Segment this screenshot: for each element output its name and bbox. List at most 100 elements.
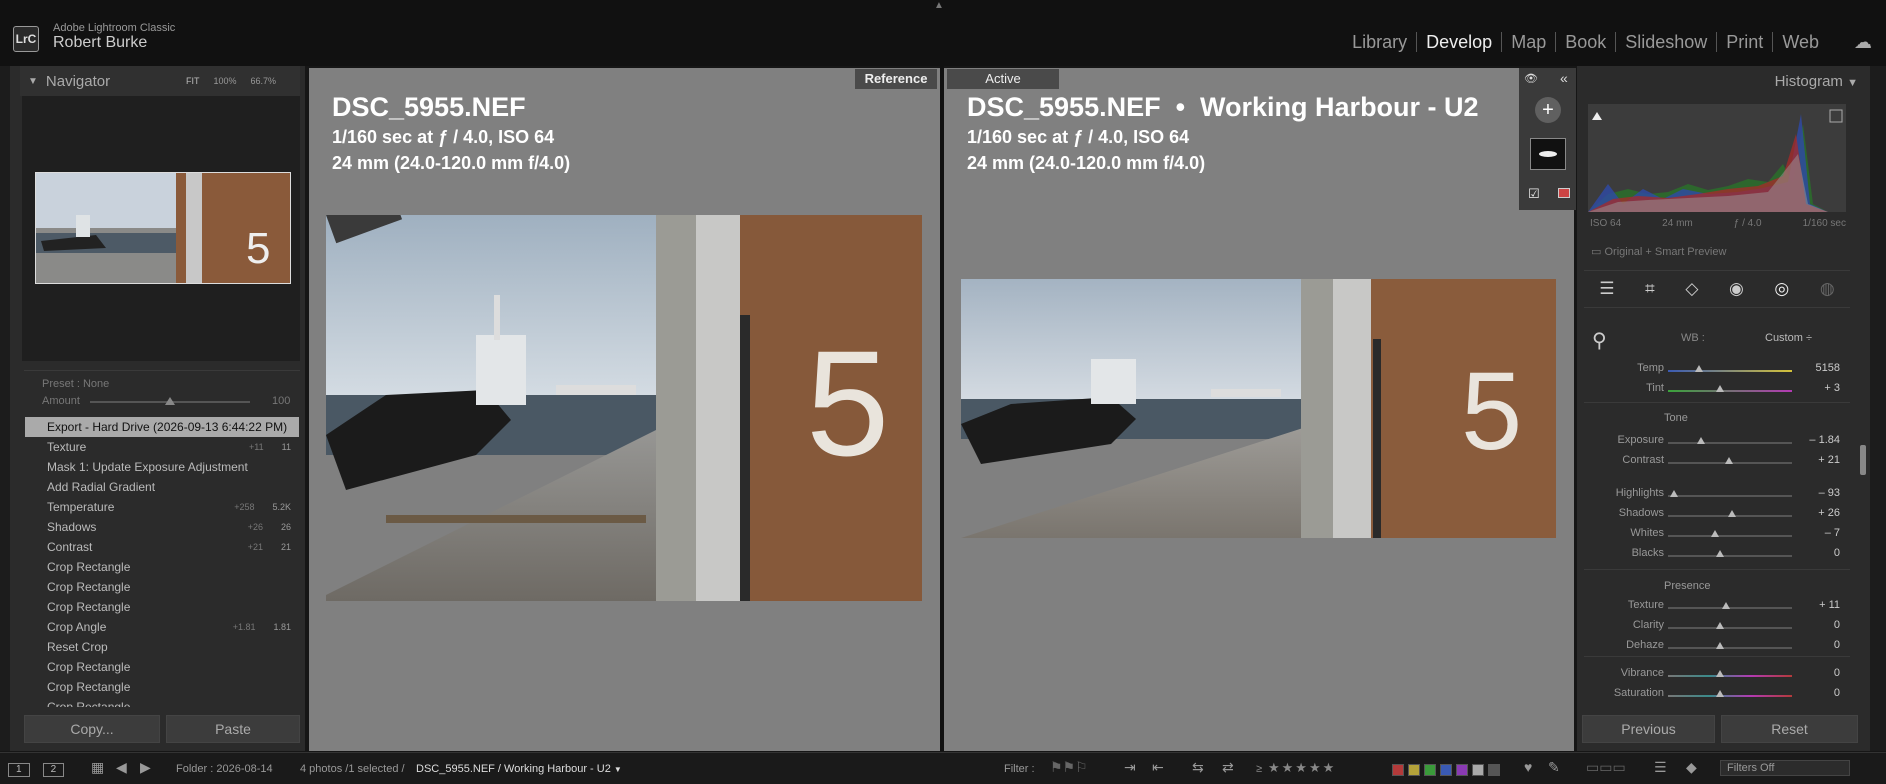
slider-knob[interactable]	[1716, 642, 1725, 649]
slider-knob[interactable]	[1722, 602, 1731, 609]
eye-icon[interactable]: 👁	[1524, 72, 1538, 85]
filters-select[interactable]: Filters Off	[1720, 760, 1850, 776]
active-photo[interactable]: 5	[961, 279, 1556, 538]
cloud-sync-icon[interactable]: ☁	[1854, 32, 1872, 53]
color-label-filter[interactable]	[1440, 764, 1452, 776]
collapse-double-chevron-icon[interactable]: «	[1560, 70, 1568, 86]
histogram-header[interactable]: Histogram ▼	[1582, 66, 1862, 98]
history-item[interactable]: Crop Rectangle	[25, 697, 299, 707]
red-eye-icon[interactable]: ◉	[1729, 279, 1744, 299]
module-library[interactable]: Library	[1343, 32, 1418, 52]
module-slideshow[interactable]: Slideshow	[1616, 32, 1718, 52]
slider-knob[interactable]	[1724, 457, 1733, 464]
history-item[interactable]: Shadows +26 26	[25, 517, 299, 537]
color-label-filter[interactable]	[1456, 764, 1468, 776]
mask-overlay-color-icon[interactable]	[1558, 188, 1570, 198]
slider-knob[interactable]	[1716, 622, 1725, 629]
zoom-custom[interactable]: 66.7%	[251, 76, 277, 86]
comment-icon[interactable]: ✎	[1548, 759, 1560, 776]
back-arrow-icon[interactable]: ◀	[116, 759, 127, 776]
history-item[interactable]: Temperature +258 5.2K	[25, 497, 299, 517]
rating-operator[interactable]: ≥	[1256, 763, 1262, 775]
view-mode-icons[interactable]: ▭▭▭	[1586, 759, 1626, 776]
color-label-filter[interactable]	[1472, 764, 1484, 776]
healing-icon[interactable]: ◇	[1685, 279, 1698, 299]
history-item[interactable]: Reset Crop	[25, 637, 299, 657]
history-item[interactable]: Crop Angle +1.81 1.81	[25, 617, 299, 637]
slider-track[interactable]	[1668, 390, 1792, 392]
copy-button[interactable]: Copy...	[24, 715, 160, 743]
zoom-100[interactable]: 100%	[214, 76, 237, 86]
slider-value[interactable]: + 21	[1818, 454, 1840, 466]
swap-settings-icon[interactable]: ⇄	[1222, 759, 1234, 776]
checkbox-icon[interactable]: ☑	[1528, 186, 1540, 202]
slider-knob[interactable]	[1670, 490, 1679, 497]
slider-value[interactable]: 0	[1834, 619, 1840, 631]
slider-value[interactable]: 0	[1834, 687, 1840, 699]
history-item[interactable]: Export - Hard Drive (2026-09-13 6:44:22 …	[25, 417, 299, 437]
slider-track[interactable]	[1668, 675, 1792, 677]
rating-stars[interactable]: ★★★★★	[1268, 760, 1336, 776]
slider-knob[interactable]	[1716, 670, 1725, 677]
history-item[interactable]: Mask 1: Update Exposure Adjustment	[25, 457, 299, 477]
history-item[interactable]: Contrast +21 21	[25, 537, 299, 557]
history-item[interactable]: Crop Rectangle	[25, 577, 299, 597]
history-item[interactable]: Crop Rectangle	[25, 557, 299, 577]
forward-arrow-icon[interactable]: ▶	[140, 759, 151, 776]
slider-track[interactable]	[1668, 535, 1792, 537]
color-label-filter[interactable]	[1392, 764, 1404, 776]
slider-value[interactable]: 0	[1834, 667, 1840, 679]
crop-icon[interactable]: ⌗	[1645, 279, 1655, 299]
slider-knob[interactable]	[1716, 385, 1725, 392]
histogram-graph[interactable]	[1588, 104, 1846, 212]
slider-value[interactable]: 5158	[1816, 362, 1840, 374]
compare-left-icon[interactable]: ⇥	[1124, 759, 1136, 776]
right-scrollbar[interactable]	[1860, 445, 1866, 475]
color-label-filter[interactable]	[1424, 764, 1436, 776]
history-item[interactable]: Add Radial Gradient	[25, 477, 299, 497]
slider-track[interactable]	[1668, 695, 1792, 697]
collapse-top-arrow-icon[interactable]: ▲	[934, 0, 944, 11]
wb-eyedropper-icon[interactable]: ⚲	[1592, 328, 1607, 353]
slider-track[interactable]	[1668, 647, 1792, 649]
diamond-icon[interactable]: ◆	[1686, 759, 1697, 776]
module-map[interactable]: Map	[1502, 32, 1557, 52]
stack-icon[interactable]: ☰	[1654, 759, 1667, 776]
slider-value[interactable]: 0	[1834, 547, 1840, 559]
module-web[interactable]: Web	[1773, 32, 1828, 52]
reference-photo[interactable]: 5	[326, 215, 922, 601]
history-item[interactable]: Crop Rectangle	[25, 677, 299, 697]
history-item[interactable]: Crop Rectangle	[25, 597, 299, 617]
module-develop[interactable]: Develop	[1417, 32, 1503, 52]
flag-filter-icons[interactable]: ⚑⚑⚐	[1050, 759, 1088, 776]
current-file-path[interactable]: DSC_5955.NEF / Working Harbour - U2 ▼	[416, 763, 622, 775]
compare-right-icon[interactable]: ⇤	[1152, 759, 1164, 776]
module-print[interactable]: Print	[1717, 32, 1774, 52]
history-item[interactable]: Crop Rectangle	[25, 657, 299, 677]
slider-value[interactable]: – 1.84	[1809, 434, 1840, 446]
wb-select[interactable]: Custom ÷	[1765, 332, 1812, 344]
main-screen-button[interactable]: 1	[8, 763, 30, 777]
navigator-thumbnail[interactable]: 5	[35, 172, 291, 284]
add-mask-button[interactable]: +	[1535, 97, 1561, 123]
paste-button[interactable]: Paste	[166, 715, 300, 743]
slider-track[interactable]	[1668, 495, 1792, 497]
masking-icon[interactable]: ◎	[1774, 279, 1789, 299]
slider-knob[interactable]	[1711, 530, 1720, 537]
slider-track[interactable]	[1668, 555, 1792, 557]
slider-value[interactable]: + 11	[1819, 599, 1840, 611]
module-book[interactable]: Book	[1556, 32, 1617, 52]
slider-value[interactable]: + 26	[1818, 507, 1840, 519]
slider-knob[interactable]	[1716, 550, 1725, 557]
heart-icon[interactable]: ♥	[1524, 759, 1532, 775]
previous-button[interactable]: Previous	[1582, 715, 1715, 743]
grid-icon[interactable]: ▦	[91, 759, 104, 776]
history-item[interactable]: Texture +11 11	[25, 437, 299, 457]
slider-knob[interactable]	[1697, 437, 1706, 444]
slider-knob[interactable]	[1695, 365, 1703, 372]
slider-knob[interactable]	[1716, 690, 1725, 697]
slider-value[interactable]: + 3	[1824, 382, 1840, 394]
slider-value[interactable]: – 7	[1825, 527, 1840, 539]
slider-track[interactable]	[1668, 442, 1792, 444]
edit-sliders-icon[interactable]: ☰	[1599, 279, 1614, 299]
